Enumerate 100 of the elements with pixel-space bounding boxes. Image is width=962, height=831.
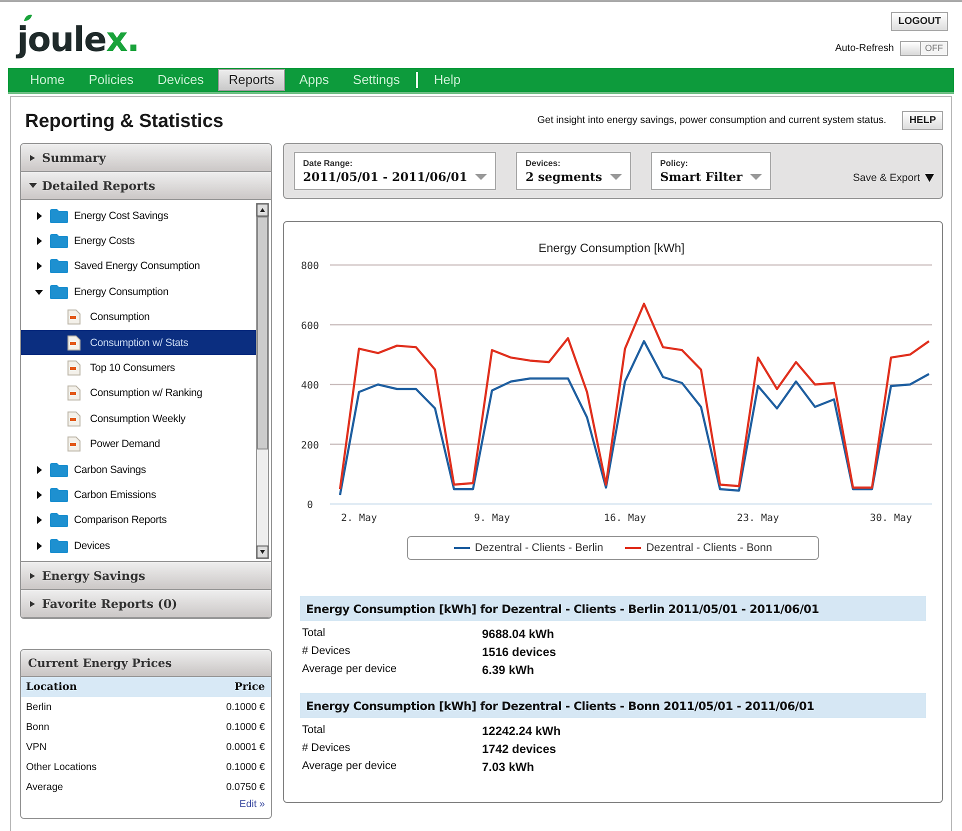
folder-icon (49, 233, 69, 250)
caret-right-icon (35, 516, 43, 524)
stat-label: Total (302, 627, 326, 641)
axis-label: 30. May (870, 513, 912, 524)
caret-down-icon (29, 182, 37, 190)
axis-label: 23. May (736, 513, 780, 524)
legend-label: Dezentral - Clients - Bonn (646, 542, 772, 554)
section-heading: Energy Consumption [kWh] for Dezentral - Clients - Berlin 2011/05/01 - 2011/06/01 (300, 596, 926, 621)
table-cell: 0.1000 € (226, 702, 265, 712)
document-icon (67, 309, 81, 326)
axis-label: 800 (300, 261, 320, 272)
document-icon (67, 385, 81, 402)
tree-item[interactable]: Consumption w/ Stats (21, 330, 256, 356)
folder-icon (49, 258, 69, 274)
tree-item[interactable]: Comparison Reports (21, 508, 256, 534)
panel-title: Current Energy Prices (21, 650, 271, 677)
tree-item[interactable]: Devices (21, 533, 256, 558)
table-cell: 0.1000 € (226, 762, 265, 772)
tree-item[interactable]: Top 10 Consumers (21, 355, 256, 381)
caret-right-icon (35, 542, 43, 550)
caret-down-icon (610, 174, 622, 180)
caret-right-icon (35, 237, 43, 246)
tree-item[interactable]: Consumption (21, 304, 256, 330)
filter-dropdown[interactable]: Date Range: 2011/05/01 - 2011/06/01 (294, 152, 496, 190)
caret-down-icon (35, 288, 43, 296)
filter-dropdown[interactable]: Devices: 2 segments (516, 152, 632, 190)
logout-button[interactable]: LOGOUT (891, 12, 948, 31)
scrollbar[interactable] (256, 203, 269, 559)
tree-item[interactable]: Energy Consumption (21, 279, 256, 305)
filter-dropdown[interactable]: Policy: Smart Filter (651, 152, 772, 190)
tree-item[interactable]: Energy Costs (21, 228, 256, 254)
save-export-menu[interactable]: Save & Export (852, 172, 934, 184)
stat-label: Average per device (302, 663, 398, 677)
axis-label: 2. May (340, 513, 378, 524)
chart-title: Energy Consumption [kWh] (538, 241, 685, 255)
axis-label: 0 (306, 500, 314, 511)
tree-item[interactable]: Consumption w/ Ranking (21, 380, 256, 406)
table-cell: 0.0750 € (226, 782, 265, 792)
accordion-header[interactable]: Energy Savings (21, 562, 271, 590)
help-button[interactable]: HELP (902, 110, 943, 130)
axis-label: 9. May (474, 513, 510, 524)
leaf-icon (23, 14, 33, 22)
tree-item[interactable]: Consumption Weekly (21, 406, 256, 432)
table-cell: Other Locations (26, 762, 97, 772)
folder-icon (49, 486, 69, 503)
caret-right-icon (29, 600, 37, 608)
section-heading: Energy Consumption [kWh] for Dezentral - Clients - Bonn 2011/05/01 - 2011/06/01 (300, 693, 926, 718)
axis-label: 16. May (604, 513, 646, 524)
table-cell: 0.0001 € (226, 742, 265, 752)
table-cell: Average (26, 782, 64, 792)
axis-label: 400 (300, 380, 320, 392)
document-icon (67, 334, 81, 351)
axis-label: 200 (300, 440, 320, 452)
auto-refresh-toggle[interactable]: OFF (900, 41, 948, 56)
tree-item[interactable]: Carbon Savings (21, 456, 256, 482)
stat-value: 12242.24 kWh (482, 724, 562, 738)
table-cell: Bonn (26, 722, 50, 732)
folder-icon (49, 284, 69, 300)
stat-value: 1742 devices (482, 742, 558, 756)
column-header: Price (234, 681, 265, 693)
page-title: Reporting & Statistics (25, 111, 224, 133)
nav-tab[interactable]: Reports (218, 69, 286, 91)
folder-icon (49, 512, 69, 528)
caret-right-icon (35, 262, 43, 270)
stat-value: 7.03 kWh (482, 760, 536, 774)
accordion-header[interactable]: Favorite Reports (0) (21, 590, 271, 618)
caret-down-icon (925, 174, 934, 182)
caret-right-icon (29, 572, 37, 580)
table-cell: 0.1000 € (226, 722, 265, 732)
tree-item[interactable]: Saved Energy Consumption (21, 254, 256, 280)
logo: joulex. (17, 22, 139, 58)
caret-down-icon (475, 174, 488, 180)
stat-value: 1516 devices (482, 645, 558, 659)
document-icon (67, 410, 81, 427)
column-header: Location (26, 681, 78, 693)
caret-right-icon (29, 154, 37, 162)
tree-item[interactable]: Energy Cost Savings (21, 203, 256, 228)
stat-value: 6.39 kWh (482, 663, 536, 677)
legend-label: Dezentral - Clients - Berlin (474, 542, 604, 554)
caret-down-icon (750, 174, 762, 180)
auto-refresh-label: Auto-Refresh (835, 43, 894, 54)
tree-item[interactable]: Carbon Emissions (21, 482, 256, 508)
stat-label: # Devices (302, 742, 352, 756)
folder-icon (49, 208, 69, 224)
caret-right-icon (35, 490, 43, 499)
stat-label: Total (302, 724, 326, 738)
accordion-header[interactable]: Detailed Reports (21, 172, 271, 200)
tree-item[interactable]: Power Demand (21, 432, 256, 457)
document-icon (67, 436, 81, 452)
page-description: Get insight into energy savings, power consumption and current system status. (537, 114, 886, 126)
table-cell: Berlin (26, 702, 52, 712)
accordion-header[interactable]: Summary (21, 144, 271, 172)
stat-label: # Devices (302, 645, 352, 659)
stat-label: Average per device (302, 760, 398, 774)
document-icon (67, 360, 81, 376)
folder-icon (49, 538, 69, 554)
table-cell: VPN (26, 742, 47, 752)
axis-label: 600 (300, 320, 320, 332)
edit-link[interactable]: Edit » (239, 799, 265, 810)
caret-right-icon (35, 466, 43, 474)
